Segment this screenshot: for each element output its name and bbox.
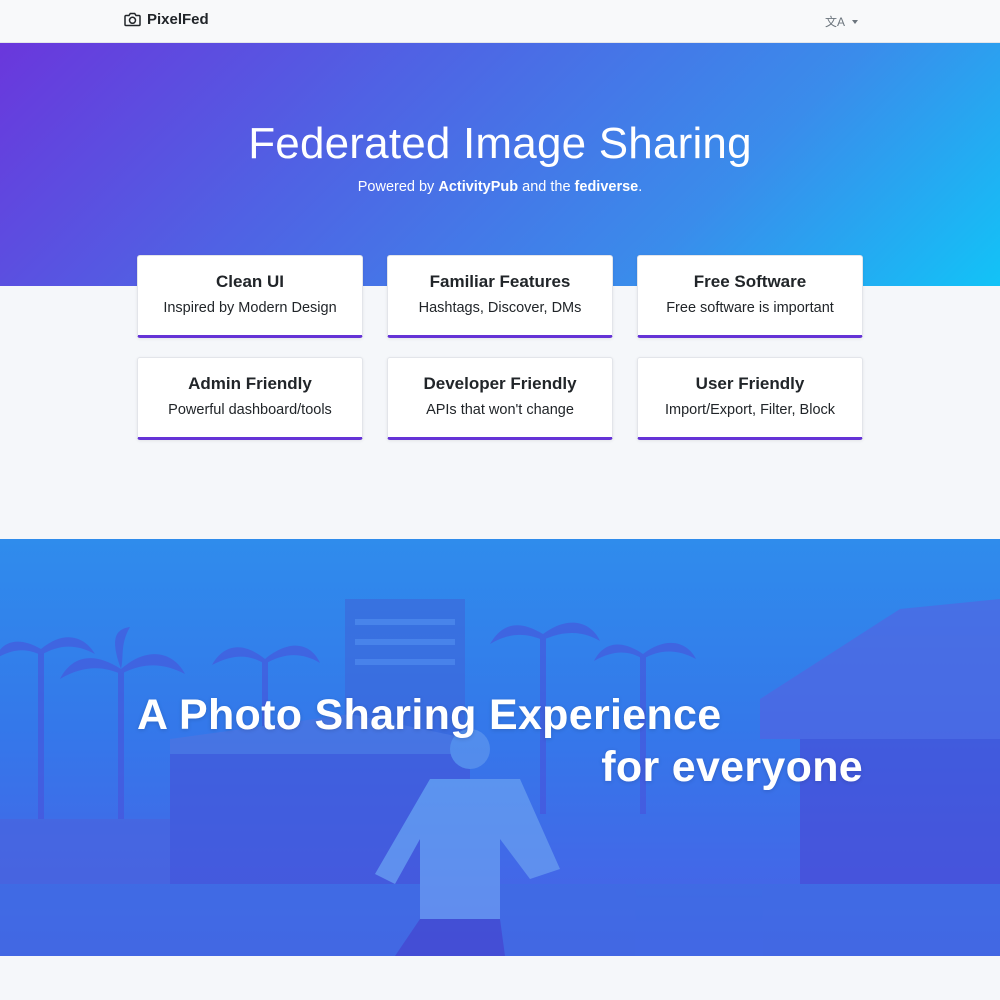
feature-card-admin-friendly: Admin Friendly Powerful dashboard/tools [137, 357, 363, 440]
feature-title: User Friendly [695, 374, 805, 393]
activitypub-text: ActivityPub [438, 179, 519, 195]
feature-cards: Clean UI Inspired by Modern Design Famil… [137, 255, 863, 440]
banner-headline-line1: A Photo Sharing Experience [137, 691, 722, 739]
hero-section: Federated Image Sharing Powered by Activ… [0, 43, 1000, 286]
banner-headline-line2: for everyone [601, 743, 863, 791]
feature-desc: Free software is important [666, 300, 834, 316]
feature-title: Developer Friendly [423, 374, 577, 393]
subtitle-prefix: Powered by [357, 179, 439, 195]
caret-down-icon [852, 19, 859, 24]
subtitle-middle: and the [518, 179, 575, 195]
brand-name: PixelFed [147, 11, 209, 28]
feature-desc: Import/Export, Filter, Block [664, 402, 836, 418]
feature-card-user-friendly: User Friendly Import/Export, Filter, Blo… [637, 357, 863, 440]
translate-icon: 文A [825, 15, 846, 29]
feature-title: Clean UI [215, 272, 285, 291]
feature-title: Free Software [693, 272, 807, 291]
feature-desc: Powerful dashboard/tools [168, 402, 332, 418]
hero-subtitle: Powered by ActivityPub and the fediverse… [0, 179, 1000, 195]
subtitle-suffix: . [638, 179, 643, 195]
language-dropdown[interactable]: 文A [825, 13, 859, 30]
fediverse-text: fediverse [574, 179, 639, 195]
feature-card-free-software: Free Software Free software is important [637, 255, 863, 338]
feature-title: Admin Friendly [188, 374, 312, 393]
navbar: PixelFed 文A [0, 0, 1000, 43]
feature-card-familiar-features: Familiar Features Hashtags, Discover, DM… [387, 255, 613, 338]
feature-desc: APIs that won't change [426, 402, 574, 418]
feature-desc: Inspired by Modern Design [163, 300, 337, 316]
feature-card-clean-ui: Clean UI Inspired by Modern Design [137, 255, 363, 338]
feature-desc: Hashtags, Discover, DMs [418, 300, 582, 316]
brand-link[interactable]: PixelFed [124, 11, 209, 28]
photo-banner: A Photo Sharing Experience for everyone [0, 539, 1000, 956]
hero-title: Federated Image Sharing [248, 119, 752, 168]
feature-card-developer-friendly: Developer Friendly APIs that won't chang… [387, 357, 613, 440]
feature-title: Familiar Features [429, 272, 571, 291]
camera-icon [124, 12, 141, 27]
